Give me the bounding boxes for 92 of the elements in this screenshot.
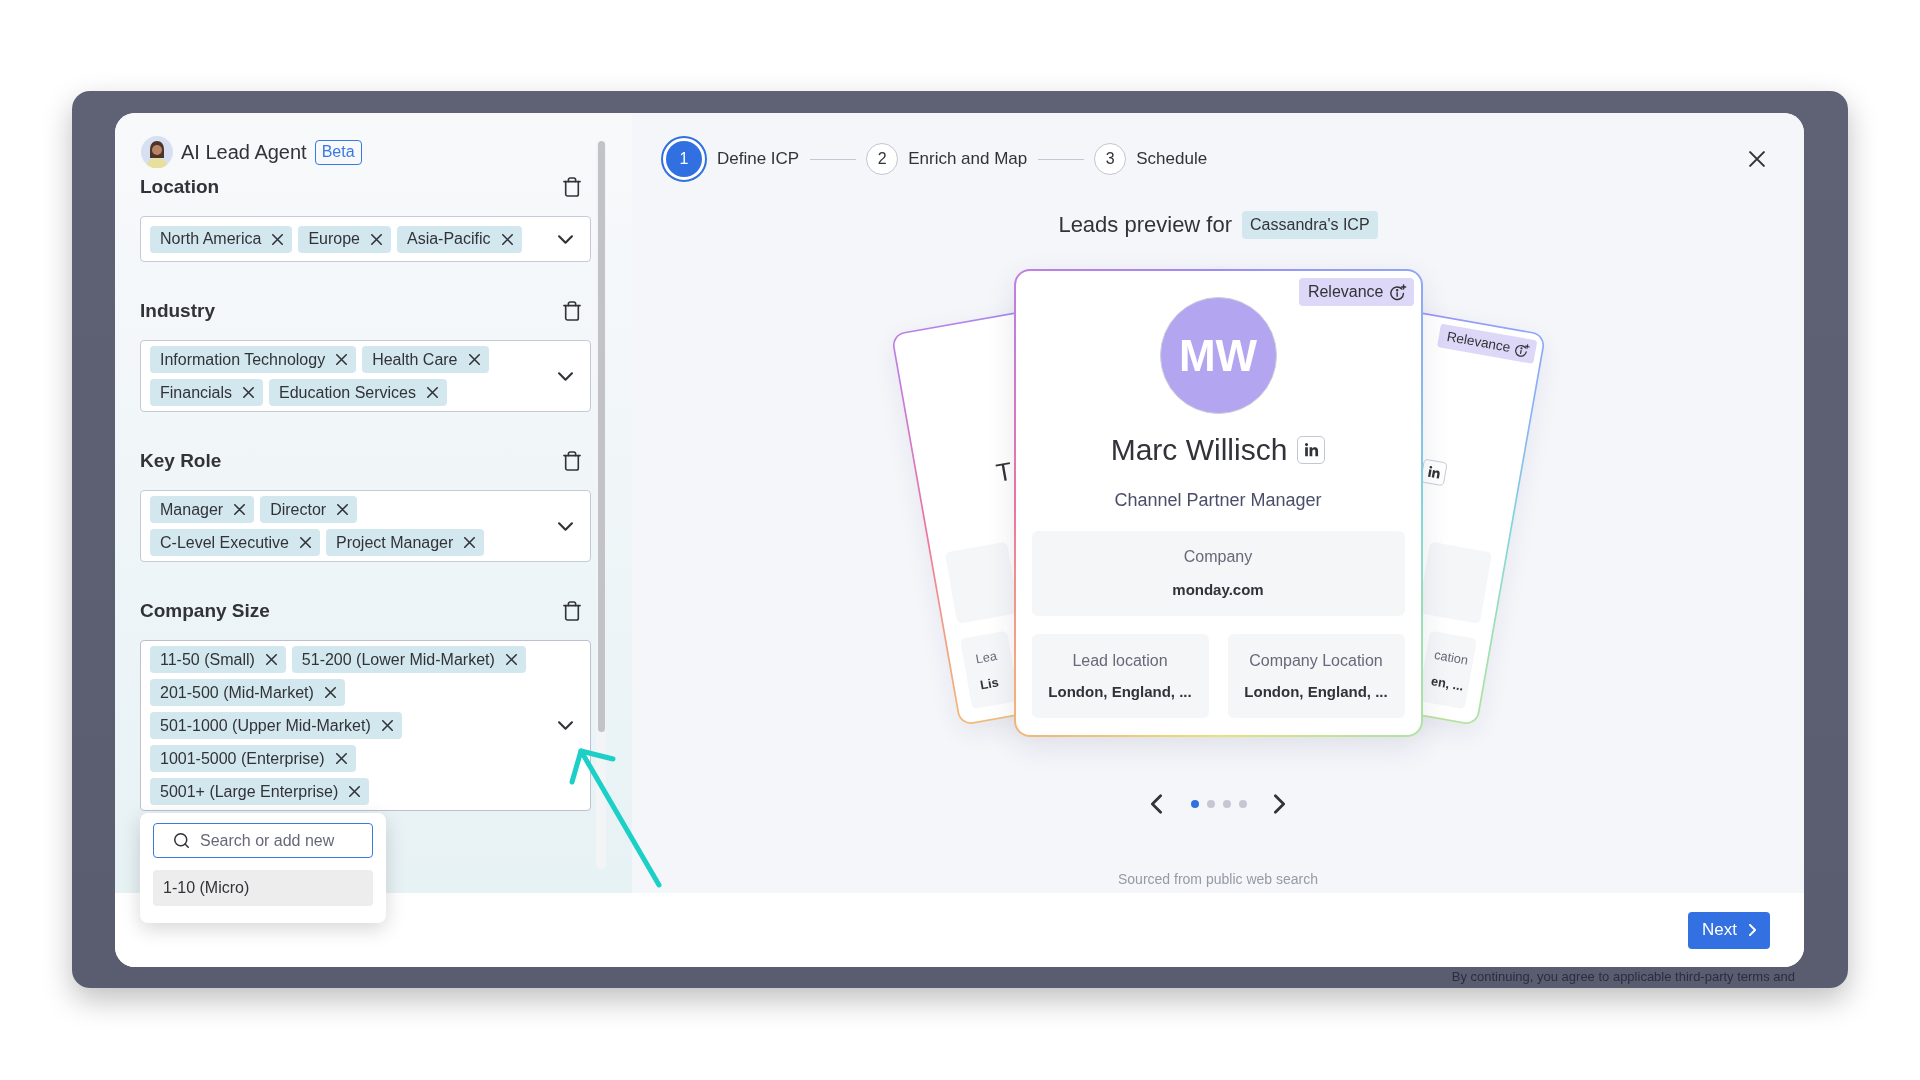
- remove-icon[interactable]: [336, 354, 348, 365]
- step-label: Enrich and Map: [908, 149, 1028, 169]
- tag-label: North America: [160, 229, 262, 249]
- lead-name: T: [993, 456, 1014, 488]
- info-value: London, England, ...: [1048, 681, 1192, 702]
- info-label: cation: [1432, 645, 1470, 669]
- linkedin-icon[interactable]: [1297, 436, 1326, 464]
- remove-icon[interactable]: [505, 654, 517, 665]
- trash-icon[interactable]: [563, 451, 581, 471]
- tag-label: C-Level Executive: [160, 532, 289, 553]
- relevance-label: Relevance: [1307, 282, 1384, 302]
- info-label: Company: [1183, 547, 1253, 567]
- chevron-down-icon[interactable]: [558, 371, 573, 381]
- chevron-right-icon[interactable]: [1274, 794, 1285, 814]
- multi-select-field[interactable]: Manager Director C-Level Executive Project Manager: [140, 490, 591, 562]
- info-label: Lead location: [1072, 650, 1168, 671]
- trash-icon[interactable]: [563, 301, 581, 321]
- step-indicator: 1: [661, 136, 707, 182]
- preview-title: Leads preview for: [1058, 212, 1233, 238]
- tag-label: Manager: [160, 499, 224, 520]
- relevance-badge[interactable]: Relevance: [1436, 323, 1537, 364]
- remove-icon[interactable]: [337, 504, 349, 515]
- lead-job-title: Channel Partner Manager: [1114, 489, 1322, 511]
- multi-select-field[interactable]: 11-50 (Small) 51-200 (Lower Mid-Market) 201-500 (Mid-Market) 501-1000 (Upper Mid-Market) 1001-5000 (Enterprise) 5001+ (Large Enterprise): [140, 640, 591, 811]
- info-value: monday.com: [1172, 580, 1264, 600]
- remove-icon[interactable]: [468, 354, 480, 365]
- tag-label: Europe: [308, 229, 360, 249]
- tag-label: Director: [270, 499, 327, 520]
- tag-label: 11-50 (Small): [160, 649, 255, 670]
- tag-label: 5001+ (Large Enterprise): [160, 781, 339, 802]
- remove-icon[interactable]: [349, 786, 361, 797]
- dropdown-option[interactable]: 1-10 (Micro): [153, 870, 373, 906]
- remove-icon[interactable]: [299, 537, 311, 548]
- info-value: London, England, ...: [1244, 681, 1388, 702]
- tag-label: Project Manager: [335, 532, 454, 553]
- trash-icon[interactable]: [563, 601, 581, 621]
- chevron-down-icon[interactable]: [558, 721, 573, 730]
- remove-icon[interactable]: [324, 687, 336, 698]
- tag-label: Education Services: [279, 382, 416, 403]
- chevron-down-icon[interactable]: [558, 234, 573, 244]
- agent-title: AI Lead Agent: [181, 140, 307, 164]
- chevron-left-icon[interactable]: [1151, 794, 1162, 814]
- info-sparkle-icon: [1513, 341, 1531, 359]
- tag-label: 501-1000 (Upper Mid-Market): [160, 715, 371, 736]
- info-value: en, ...: [1429, 672, 1465, 695]
- tag-label: Asia-Pacific: [406, 229, 491, 249]
- chevron-down-icon[interactable]: [558, 521, 573, 531]
- info-sparkle-icon: [1389, 283, 1407, 301]
- next-button[interactable]: Next: [1688, 911, 1770, 949]
- lead-name: Marc Willisch: [1110, 433, 1288, 467]
- filter-label: Key Role: [140, 450, 222, 472]
- info-label: Company Location: [1249, 650, 1383, 671]
- multi-select-field[interactable]: Information Technology Health Care Financials Education Services: [140, 340, 591, 412]
- trash-icon[interactable]: [563, 177, 581, 197]
- filter-label: Location: [140, 176, 220, 198]
- remove-icon[interactable]: [234, 504, 246, 515]
- scrollbar-thumb[interactable]: [597, 141, 605, 732]
- search-icon: [174, 833, 189, 848]
- tag-label: 201-500 (Mid-Market): [160, 682, 314, 703]
- relevance-label: Relevance: [1444, 328, 1512, 357]
- search-field[interactable]: Search or add new: [153, 823, 373, 858]
- avatar-icon: [141, 136, 173, 168]
- multi-select-field[interactable]: North America Europe Asia-Pacific: [140, 216, 591, 262]
- tag-label: Information Technology: [160, 349, 326, 370]
- remove-icon[interactable]: [272, 233, 284, 245]
- icp-tag: Cassandra's ICP: [1242, 211, 1378, 239]
- remove-icon[interactable]: [464, 537, 476, 548]
- scrollbar-track[interactable]: [596, 141, 606, 869]
- step-indicator: 3: [1094, 143, 1127, 175]
- remove-icon[interactable]: [243, 387, 255, 398]
- remove-icon[interactable]: [501, 233, 513, 245]
- step-label: Schedule: [1136, 149, 1208, 169]
- remove-icon[interactable]: [381, 720, 393, 731]
- remove-icon[interactable]: [427, 387, 438, 398]
- tag-label: Financials: [160, 382, 233, 403]
- step-label: Define ICP: [717, 149, 800, 169]
- beta-badge: Beta: [314, 139, 362, 165]
- filter-label: Company Size: [140, 600, 270, 622]
- info-value: Lis: [978, 673, 1000, 694]
- info-label: Lea: [973, 646, 998, 668]
- filter-label: Industry: [140, 300, 215, 322]
- tag-label: 51-200 (Lower Mid-Market): [301, 649, 495, 670]
- remove-icon[interactable]: [335, 753, 347, 764]
- tag-label: 1001-5000 (Enterprise): [160, 748, 325, 769]
- close-icon[interactable]: [1749, 151, 1765, 167]
- source-note: Sourced from public web search: [1118, 871, 1318, 887]
- remove-icon[interactable]: [370, 233, 382, 245]
- remove-icon[interactable]: [265, 654, 277, 665]
- relevance-badge[interactable]: Relevance: [1298, 278, 1414, 306]
- step-indicator: 2: [866, 143, 899, 175]
- tag-label: Health Care: [372, 349, 458, 370]
- initials-avatar: MW: [1159, 297, 1277, 414]
